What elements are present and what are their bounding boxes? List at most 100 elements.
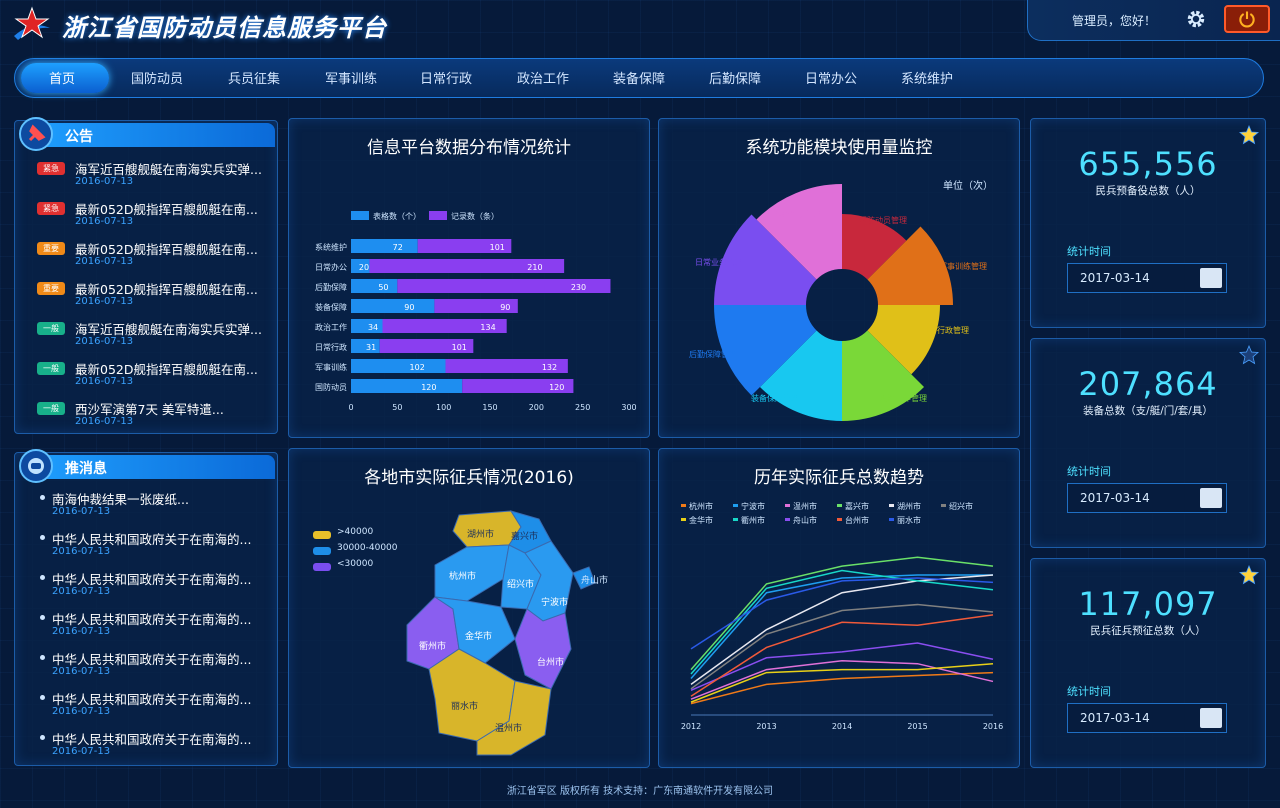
map-label-jinhua: 金华市 <box>465 630 492 642</box>
bar-chart: 表格数（个） 记录数（条） 系统维护 72 101 日常办公 20 210 后勤保障 50 230 装… <box>315 211 637 412</box>
map-region-taizhou[interactable] <box>514 608 572 690</box>
notice-item[interactable]: 一般 最新052D舰指挥百艘舰艇在南... 2016-07-13 <box>37 359 287 395</box>
nav-item-political[interactable]: 政治工作 <box>517 68 569 87</box>
nav-item-logistics[interactable]: 后勤保障 <box>709 68 761 87</box>
nav-item-recruit[interactable]: 兵员征集 <box>228 68 280 87</box>
bar-value-label: 20 <box>359 263 369 272</box>
bullet-dot <box>40 695 45 700</box>
rose-slice-label: 军事训练管理 <box>939 261 987 271</box>
notice-item[interactable]: 重要 最新052D舰指挥百艘舰艇在南... 2016-07-13 <box>37 239 287 275</box>
line-legend-label: 舟山市 <box>793 515 817 525</box>
bar-value-label: 31 <box>366 343 376 352</box>
power-button[interactable] <box>1224 5 1270 33</box>
bar[interactable] <box>351 279 398 293</box>
stat-date-field[interactable]: 2017-03-14 <box>1067 263 1227 293</box>
notice-date: 2016-07-13 <box>75 376 134 387</box>
notice-item[interactable]: 一般 海军近百艘舰艇在南海实兵实弹... 2016-07-13 <box>37 319 287 355</box>
bar-legend-label: 记录数（条） <box>451 211 499 221</box>
bar-value-label: 101 <box>490 243 505 252</box>
map-label-zhoushan: 舟山市 <box>581 574 608 586</box>
bar[interactable] <box>351 359 446 373</box>
map-label-lishui: 丽水市 <box>451 700 478 712</box>
push-header: 推消息 <box>25 455 275 479</box>
stat-value: 117,097 <box>1078 585 1218 623</box>
nav-item-defense[interactable]: 国防动员 <box>131 68 183 87</box>
bar-category-label: 日常行政 <box>315 342 347 352</box>
line-legend-label: 绍兴市 <box>949 501 973 511</box>
rose-slice-label: 装备保障管理 <box>751 393 799 403</box>
notice-title: 公告 <box>65 129 93 145</box>
push-item[interactable]: 中华人民共和国政府关于在南海的... 2016-07-13 <box>37 569 287 607</box>
notice-header: 公告 <box>25 123 275 147</box>
push-item[interactable]: 中华人民共和国政府关于在南海的... 2016-07-13 <box>37 649 287 687</box>
nav-item-training[interactable]: 军事训练 <box>325 68 377 87</box>
notice-item[interactable]: 一般 西沙军演第7天 美军特遣... 2016-07-13 <box>37 399 287 435</box>
power-icon <box>1239 11 1255 28</box>
line-legend-label: 温州市 <box>793 501 817 511</box>
bar-value-label: 132 <box>542 363 557 372</box>
bar[interactable] <box>351 239 418 253</box>
nav-item-admin[interactable]: 日常行政 <box>420 68 472 87</box>
calendar-icon[interactable] <box>1200 488 1222 508</box>
priority-badge: 紧急 <box>37 162 65 175</box>
bar-value-label: 90 <box>404 303 414 312</box>
notice-item[interactable]: 重要 最新052D舰指挥百艘舰艇在南... 2016-07-13 <box>37 279 287 315</box>
map-panel: 各地市实际征兵情况(2016) >40000 30000-40000 <30000 … <box>288 448 650 768</box>
nav-item-system[interactable]: 系统维护 <box>901 68 953 87</box>
footer: 浙江省军区 版权所有 技术支持：广东南通软件开发有限公司 <box>506 786 774 797</box>
nav-item-office[interactable]: 日常办公 <box>805 68 857 87</box>
push-item[interactable]: 中华人民共和国政府关于在南海的... 2016-07-13 <box>37 609 287 647</box>
message-icon <box>19 449 53 483</box>
push-date: 2016-07-13 <box>52 746 111 757</box>
bar-value-label: 120 <box>421 383 436 392</box>
line-legend-swatch <box>837 504 842 507</box>
stat-value: 655,556 <box>1078 145 1218 183</box>
nav-item-equipment[interactable]: 装备保障 <box>613 68 665 87</box>
bar-value-label: 102 <box>410 363 425 372</box>
push-item[interactable]: 南海仲裁结果一张废纸... 2016-07-13 <box>37 489 287 527</box>
stat-time-label: 统计时间 <box>1067 685 1111 698</box>
notice-date: 2016-07-13 <box>75 176 134 187</box>
bar-x-tick: 50 <box>392 403 402 412</box>
line-legend-label: 金华市 <box>689 515 713 525</box>
priority-badge: 一般 <box>37 322 65 335</box>
pin-icon <box>19 117 53 151</box>
bar[interactable] <box>351 379 463 393</box>
notice-item[interactable]: 紧急 海军近百艘舰艇在南海实兵实弹... 2016-07-13 <box>37 159 287 195</box>
stat-date-field[interactable]: 2017-03-14 <box>1067 703 1227 733</box>
push-date: 2016-07-13 <box>52 706 111 717</box>
priority-badge: 重要 <box>37 282 65 295</box>
push-date: 2016-07-13 <box>52 586 111 597</box>
bar[interactable] <box>351 299 435 313</box>
line-series[interactable] <box>690 556 994 671</box>
stat-label: 装备总数（支/艇/门/套/具） <box>1083 405 1213 417</box>
rose-slice-label: 系统维护管理 <box>774 209 822 219</box>
line-legend-label: 衢州市 <box>741 515 765 525</box>
bar-x-tick: 300 <box>621 403 636 412</box>
line-series[interactable] <box>690 574 993 679</box>
push-item[interactable]: 中华人民共和国政府关于在南海的... 2016-07-13 <box>37 689 287 727</box>
priority-badge: 紧急 <box>37 202 65 215</box>
line-series[interactable] <box>690 662 994 703</box>
logo-star-icon <box>14 6 50 40</box>
line-series[interactable] <box>690 577 994 650</box>
push-item[interactable]: 中华人民共和国政府关于在南海的... 2016-07-13 <box>37 729 287 767</box>
push-item[interactable]: 中华人民共和国政府关于在南海的... 2016-07-13 <box>37 529 287 567</box>
bar-value-label: 134 <box>480 323 495 332</box>
line-series[interactable] <box>690 671 994 705</box>
star-icon <box>1239 125 1259 145</box>
rose-slice-label: 政治工作管理 <box>879 393 927 403</box>
nav-item-home[interactable]: 首页 <box>49 68 75 87</box>
zhejiang-map: 湖州市 嘉兴市 舟山市 杭州市 绍兴市 宁波市 衢州市 金华市 台州市 丽水市 … <box>406 510 608 756</box>
calendar-icon[interactable] <box>1200 708 1222 728</box>
gear-icon[interactable] <box>1185 8 1207 30</box>
line-x-tick: 2013 <box>756 722 776 731</box>
stat-date-field[interactable]: 2017-03-14 <box>1067 483 1227 513</box>
push-panel: 推消息 南海仲裁结果一张废纸... 2016-07-13 中华人民共和国政府关于在南… <box>14 449 278 766</box>
bullet-dot <box>40 655 45 660</box>
stat-value: 207,864 <box>1078 365 1218 403</box>
calendar-icon[interactable] <box>1200 268 1222 288</box>
line-x-tick: 2012 <box>681 722 701 731</box>
notice-item[interactable]: 紧急 最新052D舰指挥百艘舰艇在南... 2016-07-13 <box>37 199 287 235</box>
bullet-dot <box>40 615 45 620</box>
